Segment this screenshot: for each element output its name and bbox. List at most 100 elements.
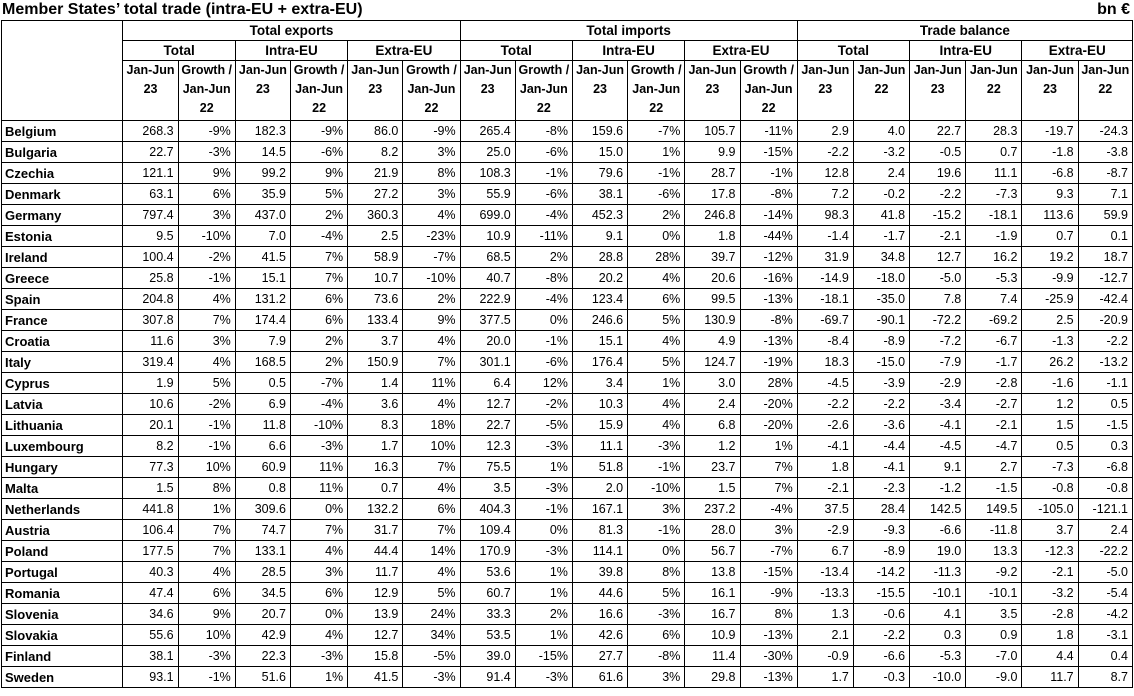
table-cell: -11.8 [965,519,1023,541]
column-header: Jan-Jun 23 [909,60,967,121]
table-cell: 121.1 [122,162,179,184]
table-cell: -7.0 [965,645,1023,667]
table-cell: -2.2 [909,183,967,205]
group-header: Total imports [459,20,798,41]
table-cell: 12% [514,372,573,394]
table-cell: 16.6 [571,603,629,625]
table-cell: -3.2 [1021,582,1079,604]
country-name: Spain [0,288,124,310]
table-cell: -9.9 [1021,267,1079,289]
table-cell: 2.7 [965,456,1023,478]
table-cell: 75.5 [459,456,516,478]
table-cell: 437.0 [234,204,291,226]
table-cell: 2% [514,603,573,625]
table-cell: -18.0 [852,267,911,289]
table-cell: 11.1 [571,435,629,457]
table-cell: -7% [289,372,349,394]
table-cell: 6% [177,183,236,205]
column-header: Jan-Jun 23 [796,60,854,121]
table-cell: -10% [289,414,349,436]
table-cell: 4% [289,540,349,562]
table-cell: 26.2 [1021,351,1079,373]
table-cell: -4.1 [909,414,967,436]
table-cell: 12.9 [347,582,404,604]
table-cell: 8% [627,561,686,583]
column-header: Jan-Jun 23 [122,60,179,121]
column-header: Growth / Jan-Jun 22 [289,60,349,121]
country-name: Lithuania [0,414,124,436]
table-cell: -1.5 [965,477,1023,499]
country-name: Belgium [0,120,124,142]
table-cell: -20.9 [1077,309,1134,331]
table-cell: 35.9 [234,183,291,205]
table-cell: 204.8 [122,288,179,310]
table-row: Austria 106.4 7% 74.7 7% 31.7 7% 109.4 0% 81.3 -1%… [0,519,1134,541]
table-cell: 1.2 [684,435,741,457]
table-cell: -6.6 [909,519,967,541]
table-cell: 3.6 [347,393,404,415]
table-cell: -4.1 [852,456,911,478]
table-cell: 6.6 [234,435,291,457]
table-cell: -1% [514,498,573,520]
table-cell: -18.1 [965,204,1023,226]
table-cell: -13% [739,624,798,646]
table-cell: 149.5 [965,498,1023,520]
table-cell: -5.0 [1077,561,1134,583]
table-cell: -13% [739,330,798,352]
table-cell: 0.1 [1077,225,1134,247]
table-cell: -14.2 [852,561,911,583]
table-cell: 6.7 [796,540,854,562]
table-cell: 22.7 [909,120,967,142]
table-cell: 5% [627,582,686,604]
table-cell: 4% [627,330,686,352]
table-cell: 1.8 [796,456,854,478]
table-cell: -2.1 [909,225,967,247]
table-cell: -0.8 [1077,477,1134,499]
table-row: Denmark 63.1 6% 35.9 5% 27.2 3% 55.9 -6% 38.1 -6% 1… [0,183,1134,205]
table-cell: -10.1 [909,582,967,604]
country-name: Finland [0,645,124,667]
table-cell: -7% [739,540,798,562]
table-cell: -6% [289,141,349,163]
table-cell: 6% [627,288,686,310]
table-cell: -2.8 [1021,603,1079,625]
table-cell: 4% [177,288,236,310]
table-cell: 53.5 [459,624,516,646]
table-cell: -4% [289,225,349,247]
table-cell: 3.7 [347,330,404,352]
table-cell: 31.9 [796,246,854,268]
table-cell: -0.6 [852,603,911,625]
table-cell: -2.1 [965,414,1023,436]
table-cell: 1% [514,456,573,478]
table-cell: -2% [177,246,236,268]
table-cell: 28% [739,372,798,394]
table-row: Luxembourg 8.2 -1% 6.6 -3% 1.7 10% 12.3 -3% 11.1-… [0,435,1134,457]
subgroup-header: Total [796,40,911,61]
table-cell: -8% [739,183,798,205]
table-cell: 29.8 [684,666,741,688]
table-cell: 39.8 [571,561,629,583]
table-cell: 11% [289,477,349,499]
table-cell: 7.0 [234,225,291,247]
table-row: Lithuania 20.1 -1% 11.8 -10% 8.3 18% 22.7 -5% 15.… [0,414,1134,436]
table-cell: -1.7 [852,225,911,247]
table-cell: -11% [514,225,573,247]
table-cell: 0.7 [965,141,1023,163]
table-cell: 4% [402,393,461,415]
table-cell: -2.9 [909,372,967,394]
table-cell: 9.5 [122,225,179,247]
table-cell: 7% [402,351,461,373]
table-cell: 3.5 [459,477,516,499]
table-cell: 20.6 [684,267,741,289]
subgroup-header: Extra-EU [684,40,798,61]
table-row: Romania 47.4 6% 34.5 6% 12.9 5% 60.7 1% 44.6 5% 16.… [0,582,1134,604]
table-cell: 9.1 [571,225,629,247]
table-cell: 1% [514,561,573,583]
table-cell: -8% [739,309,798,331]
table-row: Hungary 77.3 10% 60.9 11% 16.3 7% 75.5 1% 51.8 -1%… [0,456,1134,478]
table-cell: -9.0 [965,666,1023,688]
table-cell: 4% [177,351,236,373]
table-cell: 41.8 [852,204,911,226]
table-cell: 33.3 [459,603,516,625]
table-cell: 2.1 [796,624,854,646]
